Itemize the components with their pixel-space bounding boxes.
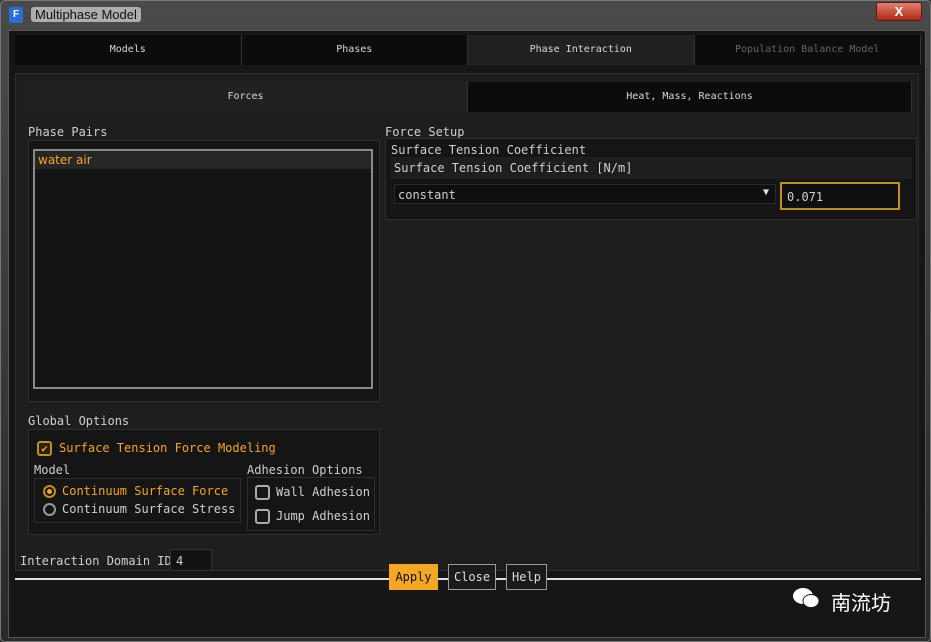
jump-adhesion-checkbox[interactable] <box>255 509 270 524</box>
css-radio[interactable] <box>43 503 56 516</box>
window-title: Multiphase Model <box>31 7 141 22</box>
multiphase-model-dialog: F Multiphase Model X Models Phases Phase… <box>0 0 931 642</box>
tab-population-balance-model[interactable]: Population Balance Model <box>695 35 921 65</box>
method-value: constant <box>398 188 456 202</box>
tab-phases[interactable]: Phases <box>242 35 468 65</box>
wall-adhesion-label[interactable]: Wall Adhesion <box>276 485 370 499</box>
sub-tabs: Forces Heat, Mass, Reactions <box>24 82 912 112</box>
method-dropdown[interactable]: constant ▼ <box>394 184 776 204</box>
model-group: Continuum Surface Force Continuum Surfac… <box>34 478 241 523</box>
close-window-button[interactable]: X <box>876 2 922 21</box>
dialog-body: Models Phases Phase Interaction Populati… <box>8 30 926 638</box>
phase-pairs-group: water air <box>28 140 380 402</box>
csf-radio[interactable] <box>43 485 56 498</box>
phase-pairs-list[interactable]: water air <box>33 149 373 389</box>
css-label[interactable]: Continuum Surface Stress <box>62 502 235 516</box>
surface-tension-label: Surface Tension Force Modeling <box>59 441 276 455</box>
global-options-group: ✔ Surface Tension Force Modeling Model C… <box>28 429 380 535</box>
apply-button[interactable]: Apply <box>389 564 438 590</box>
interaction-domain-value: 4 <box>176 554 184 568</box>
close-button[interactable]: Close <box>448 564 496 590</box>
interaction-domain-label: Interaction Domain ID <box>20 554 172 568</box>
adhesion-options-label: Adhesion Options <box>247 463 363 477</box>
tab-models[interactable]: Models <box>15 35 242 65</box>
surface-tension-value: 0.071 <box>787 190 824 204</box>
wall-adhesion-checkbox[interactable] <box>255 485 270 500</box>
surface-tension-checkbox[interactable]: ✔ <box>37 441 52 456</box>
dropdown-arrow-icon: ▼ <box>762 187 769 198</box>
adhesion-group: Wall Adhesion Jump Adhesion <box>247 477 375 531</box>
force-setup-label: Force Setup <box>385 125 465 139</box>
jump-adhesion-label[interactable]: Jump Adhesion <box>276 509 370 523</box>
help-button[interactable]: Help <box>506 564 547 590</box>
title-bar: F Multiphase Model X <box>1 1 930 29</box>
surface-tension-field-label: Surface Tension Coefficient [N/m] <box>394 161 633 175</box>
field-label-row: Surface Tension Coefficient [N/m] <box>390 157 912 179</box>
tab-forces[interactable]: Forces <box>24 82 468 112</box>
watermark-text: 南流坊 <box>831 591 891 615</box>
tab-phase-interaction[interactable]: Phase Interaction <box>468 35 695 65</box>
csf-label[interactable]: Continuum Surface Force <box>62 484 228 498</box>
global-options-label: Global Options <box>28 414 130 428</box>
surface-tension-value-input[interactable]: 0.071 <box>780 182 900 210</box>
model-label: Model <box>34 463 71 477</box>
phase-interaction-panel: Forces Heat, Mass, Reactions Phase Pairs… <box>15 73 919 571</box>
force-setup-group: Surface Tension Coefficient Surface Tens… <box>385 138 917 220</box>
app-icon: F <box>9 7 23 23</box>
surface-tension-group-label: Surface Tension Coefficient <box>391 143 587 157</box>
wechat-icon <box>791 586 821 610</box>
phase-pair-item[interactable]: water air <box>35 151 371 169</box>
main-tabs: Models Phases Phase Interaction Populati… <box>15 35 921 65</box>
interaction-domain-input[interactable]: 4 <box>170 549 212 571</box>
tab-heat-mass-reactions[interactable]: Heat, Mass, Reactions <box>468 82 912 112</box>
phase-pairs-label: Phase Pairs <box>28 125 108 139</box>
